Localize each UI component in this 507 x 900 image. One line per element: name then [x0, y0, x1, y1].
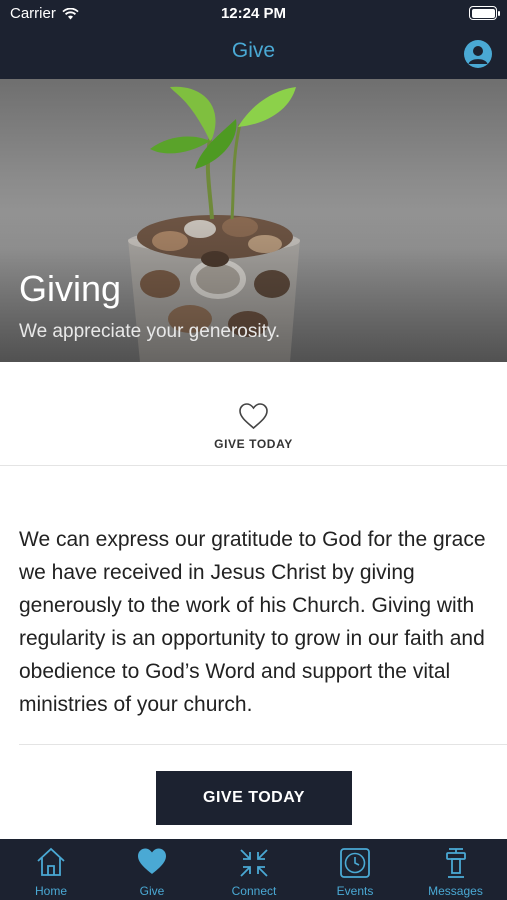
tab-events[interactable]: Events: [306, 839, 404, 900]
give-today-button[interactable]: GIVE TODAY: [156, 771, 352, 825]
page-title: Give: [231, 39, 276, 62]
tab-events-label: Events: [336, 884, 374, 898]
home-icon: [37, 847, 65, 876]
status-bar: Carrier 12:24 PM: [0, 0, 507, 28]
podium-icon: [445, 848, 466, 878]
tab-connect[interactable]: Connect: [202, 839, 306, 900]
heart-icon: [138, 848, 166, 874]
hero-subtitle: We appreciate your generosity.: [19, 321, 281, 342]
battery-icon: [469, 6, 500, 20]
divider: [19, 744, 507, 745]
tab-home-label: Home: [34, 884, 67, 898]
clock-icon: [340, 848, 370, 878]
give-today-label[interactable]: GIVE TODAY: [0, 437, 507, 451]
tab-messages[interactable]: Messages: [404, 839, 507, 900]
connect-arrows-icon: [240, 849, 268, 877]
giving-description: We can express our gratitude to God for …: [19, 528, 486, 716]
tab-give[interactable]: Give: [102, 839, 202, 900]
tab-messages-label: Messages: [428, 884, 483, 898]
hero-banner: Giving We appreciate your generosity.: [0, 79, 507, 362]
tab-connect-label: Connect: [231, 884, 277, 898]
tab-home[interactable]: Home: [0, 839, 102, 900]
tab-give-label: Give: [139, 884, 165, 898]
tab-bar: Home Give Connect Events Messages: [0, 839, 507, 900]
user-circle-icon[interactable]: [464, 40, 492, 68]
clock-time: 12:24 PM: [220, 5, 287, 22]
hero-title: Giving: [19, 268, 122, 309]
top-bar: Carrier 12:24 PM Give: [0, 0, 507, 79]
heart-outline-icon[interactable]: [238, 402, 269, 430]
